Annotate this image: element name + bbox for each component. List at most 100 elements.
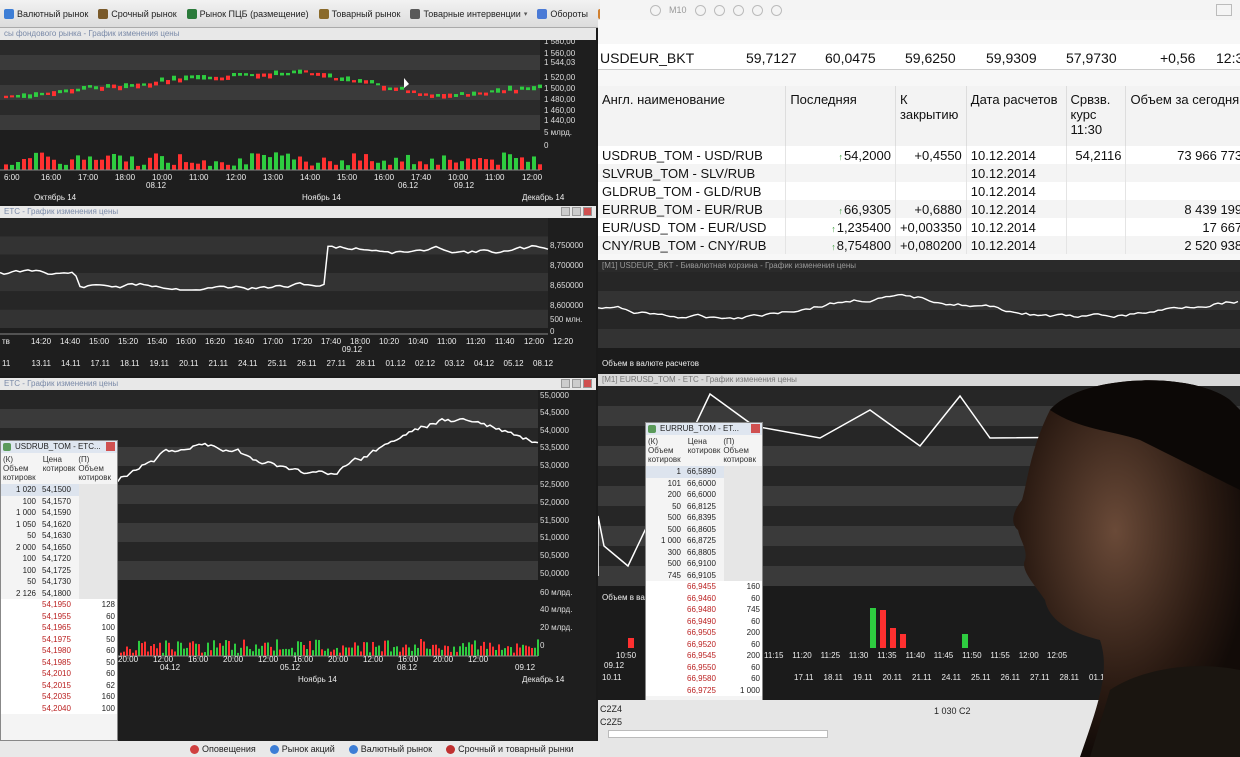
volume-caption: Объем в валюте расчетов [602,359,699,368]
bid-row[interactable]: 54,2040 100 [1,702,117,714]
volume-bar [328,161,332,170]
minimize-icon[interactable] [561,379,570,388]
bid-row[interactable]: 66,9490 60 [646,615,762,627]
bid-row[interactable]: 66,9545 200 [646,650,762,662]
bid-row[interactable]: 66,9520 60 [646,638,762,650]
bid-row[interactable]: 54,1980 60 [1,645,117,657]
search-icon[interactable] [713,4,725,16]
close-icon[interactable] [1216,4,1232,16]
column-header[interactable]: К закрытию [895,86,967,146]
menu-item[interactable]: Рынок ПЦБ (размещение) [186,8,309,19]
ask-row[interactable]: 500 66,9100 [646,558,762,570]
order-book-usdrub[interactable]: USDRUB_TOM - ETC... (К) Объем котировк Цен… [0,440,118,741]
bid-row[interactable]: 66,9505 200 [646,627,762,639]
ask-row[interactable]: 1 050 54,1620 [1,518,117,530]
horizontal-scrollbar[interactable] [608,730,828,738]
volume-bar [382,160,386,170]
ask-row[interactable]: 50 54,1730 [1,576,117,588]
ask-row[interactable]: 100 54,1720 [1,553,117,565]
pan-icon[interactable] [732,4,744,16]
bid-row[interactable]: 66,9460 60 [646,592,762,604]
ask-row[interactable]: 200 66,6000 [646,489,762,501]
ask-row[interactable]: 50 66,8125 [646,500,762,512]
column-header[interactable]: Дата расчетов [966,86,1067,146]
table-row[interactable]: GLDRUB_TOM - GLD/RUB 10.12.2014 [598,182,1240,200]
menu-item[interactable]: Валютный рынок [4,8,88,19]
ask-row[interactable]: 1 000 54,1590 [1,507,117,519]
empty-cell [646,581,684,593]
table-row[interactable]: EURRUB_TOM - EUR/RUB 66,9305 +0,688010.12.… [598,200,1240,218]
bkt-row[interactable]: USDEUR_BKT 59,7127 60,0475 59,6250 59,93… [598,44,1240,70]
bid-row[interactable]: 54,1950 128 [1,599,117,611]
ask-row[interactable]: 2 000 54,1650 [1,541,117,553]
column-header[interactable]: Объем за сегодня [1125,86,1240,146]
bid-row[interactable]: 54,1985 50 [1,656,117,668]
menu-item[interactable]: Срочный рынок [98,8,177,19]
bid-volume: 100 [101,703,115,713]
refresh-icon[interactable] [751,4,763,16]
table-row[interactable]: SLVRUB_TOM - SLV/RUB 10.12.2014 [598,164,1240,182]
ask-volume: 1 020 [15,485,36,494]
status-tab[interactable]: Срочный и товарный рынки [446,744,574,754]
close-icon[interactable] [751,424,760,433]
status-tab[interactable]: Рынок акций [269,744,335,754]
menu-item[interactable]: Товарный рынок [318,8,400,19]
empty-cell [724,477,762,489]
minimize-icon[interactable] [561,207,570,216]
close-icon[interactable] [583,207,592,216]
maximize-icon[interactable] [572,207,581,216]
ask-price: 54,1730 [42,577,71,586]
bid-row[interactable]: 66,9725 1 000 [646,684,762,696]
close-icon[interactable] [583,379,592,388]
maximize-icon[interactable] [572,379,581,388]
candlestick-chart[interactable]: 1 580,00 1 560,001 544,03 1 520,00 1 500,00… [0,40,596,204]
table-row[interactable]: CNY/RUB_TOM - CNY/RUB 8,754800 +0,08020010… [598,236,1240,254]
bid-row[interactable]: 66,9480 745 [646,604,762,616]
table-row[interactable]: EUR/USD_TOM - EUR/USD 1,235400 +0,00335010… [598,218,1240,236]
axis-tick-label: тв [2,337,10,346]
bid-row[interactable]: 66,9550 60 [646,661,762,673]
zoom-level[interactable]: M10 [669,5,687,15]
ask-row[interactable]: 1 000 66,8725 [646,535,762,547]
ask-row[interactable]: 100 54,1570 [1,495,117,507]
bid-row[interactable]: 54,2035 160 [1,691,117,703]
bid-row[interactable]: 66,9580 60 [646,673,762,685]
line-chart[interactable]: 8,750000 8,700000 8,650000 8,600000 500 млн.… [0,218,596,376]
grid-band [0,273,548,292]
bid-row[interactable]: 66,9455 160 [646,581,762,593]
column-header[interactable]: Срвзв. курс 11:30 [1066,86,1127,146]
close-icon[interactable] [106,442,115,451]
column-header[interactable]: Последняя [785,86,896,146]
menu-item[interactable]: Обороты [537,8,588,19]
menu-item[interactable]: Товарные интервенции ▾ [410,8,527,19]
ask-row[interactable]: 101 66,6000 [646,477,762,489]
table-row[interactable]: USDRUB_TOM - USD/RUB 54,2000 +0,455010.12.… [598,146,1240,164]
ask-price: 66,8395 [687,513,716,522]
grid-band [0,390,538,409]
ask-row[interactable]: 300 66,8805 [646,546,762,558]
status-tab[interactable]: Валютный рынок [348,744,432,754]
ask-row[interactable]: 500 66,8605 [646,523,762,535]
ask-row[interactable]: 50 54,1630 [1,530,117,542]
zoom-out-icon[interactable] [694,4,706,16]
bid-row[interactable]: 54,1965 100 [1,622,117,634]
status-tab[interactable]: Оповещения [190,744,256,754]
zoom-in-icon[interactable] [650,4,661,16]
bid-row[interactable]: 54,2015 62 [1,679,117,691]
line-chart[interactable]: Объем в валюте расчетов [598,272,1240,372]
column-header[interactable]: Англ. наименование [598,86,787,146]
volume-bar [513,652,515,656]
ask-row[interactable]: 100 54,1725 [1,564,117,576]
bid-row[interactable]: 54,2010 60 [1,668,117,680]
settings-icon[interactable] [770,4,782,16]
ask-row[interactable]: 745 66,9105 [646,569,762,581]
ask-row[interactable]: 2 126 54,1800 [1,587,117,599]
ask-row[interactable]: 1 66,5890 [646,466,762,478]
ask-row[interactable]: 1 020 54,1500 [1,484,117,496]
order-book-eurrub[interactable]: EURRUB_TOM - ET... (К) Объем котировк Цена… [645,422,763,724]
bid-row[interactable]: 54,1975 50 [1,633,117,645]
date-label: 19.11 [150,359,170,368]
ask-row[interactable]: 500 66,8395 [646,512,762,524]
bid-row[interactable]: 54,1955 60 [1,610,117,622]
volume-bar [100,159,104,170]
